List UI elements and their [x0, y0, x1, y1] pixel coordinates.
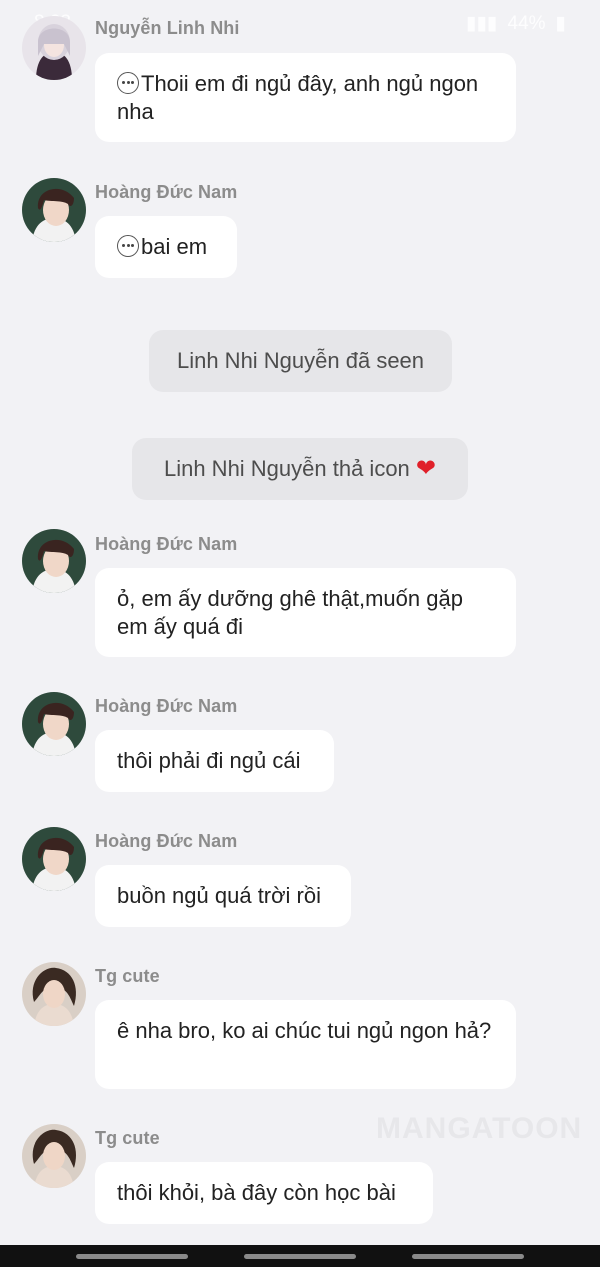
message-bubble[interactable]: buồn ngủ quá trời rồi	[95, 865, 351, 927]
message-text: ê nha bro, ko ai chúc tui ngủ ngon hả?	[117, 1018, 492, 1043]
signal-icon: ▮▮▮	[466, 13, 498, 34]
message-bubble[interactable]: thôi phải đi ngủ cái	[95, 730, 334, 792]
message-bubble[interactable]: ỏ, em ấy dưỡng ghê thật,muốn gặp em ấy q…	[95, 568, 516, 657]
message-bubble[interactable]: thôi khỏi, bà đây còn học bài	[95, 1162, 433, 1224]
avatar-tg-cute[interactable]	[22, 1124, 86, 1188]
system-message-text: Linh Nhi Nguyễn thả icon	[163, 456, 410, 481]
message-text: buồn ngủ quá trời rồi	[117, 883, 322, 908]
watermark-logo: MANGATOON	[376, 1112, 583, 1145]
nav-back-button[interactable]	[412, 1254, 524, 1259]
message-text: Thoii em đi ngủ đây, anh ngủ ngon nha	[117, 71, 479, 124]
sender-name: Tg cute	[95, 1128, 160, 1148]
navigation-bar	[0, 1245, 600, 1267]
sender-name: Hoàng Đức Nam	[95, 534, 238, 554]
status-bar: 8:28 ▮▮▮ 44% ▮	[0, 0, 600, 46]
system-message-text: Linh Nhi Nguyễn đã seen	[176, 348, 425, 373]
system-message: Linh Nhi Nguyễn đã seen	[149, 330, 452, 392]
message-text: ỏ, em ấy dưỡng ghê thật,muốn gặp em ấy q…	[117, 586, 463, 639]
message-bubble[interactable]: ê nha bro, ko ai chúc tui ngủ ngon hả?	[95, 1000, 516, 1089]
sender-name: Tg cute	[95, 966, 160, 986]
nav-recent-button[interactable]	[76, 1254, 188, 1259]
message-bubble[interactable]: Thoii em đi ngủ đây, anh ngủ ngon nha	[95, 53, 516, 142]
avatar-hoang-duc-nam[interactable]	[22, 178, 86, 242]
sender-name: Nguyễn Linh Nhi	[95, 18, 240, 38]
battery-level: 44%	[507, 12, 546, 34]
avatar-nguyen-linh-nhi[interactable]	[22, 16, 86, 80]
sender-name: Hoàng Đức Nam	[95, 831, 238, 851]
message-bubble[interactable]: bai em	[95, 216, 237, 278]
heart-icon: ❤	[415, 455, 437, 482]
message-text: bai em	[141, 234, 208, 259]
typing-icon	[117, 72, 139, 94]
status-icons: ▮▮▮ 44% ▮	[466, 12, 566, 35]
avatar-tg-cute[interactable]	[22, 962, 86, 1026]
sender-name: Hoàng Đức Nam	[95, 696, 238, 716]
avatar-hoang-duc-nam[interactable]	[22, 529, 86, 593]
sender-name: Hoàng Đức Nam	[95, 182, 238, 202]
message-text: thôi khỏi, bà đây còn học bài	[117, 1180, 396, 1205]
battery-icon: ▮	[555, 13, 566, 34]
nav-home-button[interactable]	[244, 1254, 356, 1259]
system-message: Linh Nhi Nguyễn thả icon ❤	[132, 438, 468, 500]
typing-icon	[117, 235, 139, 257]
avatar-hoang-duc-nam[interactable]	[22, 692, 86, 756]
message-text: thôi phải đi ngủ cái	[117, 748, 301, 773]
avatar-hoang-duc-nam[interactable]	[22, 827, 86, 891]
